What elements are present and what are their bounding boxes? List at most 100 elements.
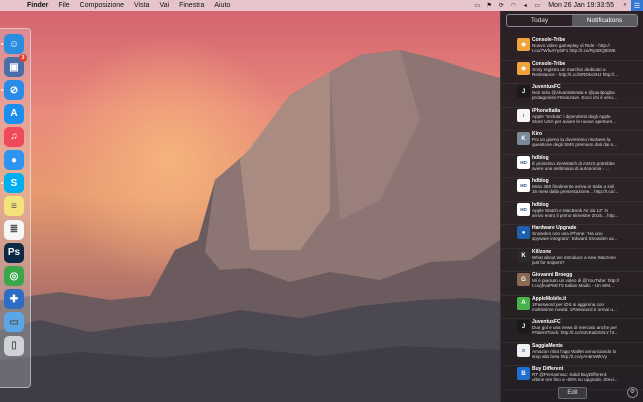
menu-bar: Finder File Composizione Vista Vai Fines… bbox=[0, 0, 643, 11]
notification-line: spyware integrato': Edward Snowden av... bbox=[532, 236, 618, 242]
dock-badge: 3 bbox=[19, 54, 27, 63]
notification-item[interactable]: A AppleMobile.it 1Password per iOS si aggi… bbox=[501, 296, 643, 319]
battery-icon[interactable]: ▭ bbox=[531, 0, 543, 11]
notification-item[interactable]: ◆ Console-Tribe Sony registra un marchio d… bbox=[501, 61, 643, 84]
notification-line: t.co/7Wfu4Yy6iF1 http://t.co/Ry6DQ5tW6 bbox=[532, 48, 616, 54]
dock-safari-icon[interactable]: ⊘ bbox=[4, 80, 24, 101]
notification-center-panel: Today Notifications ◆ Console-Tribe Nuovo … bbox=[500, 11, 643, 402]
notification-body: Sony registra un marchio dedicato a Resis… bbox=[532, 67, 636, 78]
notification-line: #TalentTrack: http://t.co/S3cKaDSSLY ht.… bbox=[532, 330, 618, 336]
hdblog-icon: HD bbox=[517, 179, 530, 192]
dock-folder-icon[interactable]: ▭ bbox=[4, 312, 24, 333]
notification-body: Apple Watch e MacBook Air da 12" in arriv… bbox=[532, 208, 636, 219]
hdblog-icon: HD bbox=[517, 202, 530, 216]
notification-body: Snowden non usa iPhone: 'Ha uno spyware i… bbox=[532, 231, 636, 242]
notification-list: ◆ Console-Tribe Nuovo video gameplay di Ri… bbox=[501, 37, 643, 390]
dock: ☺ ▣ 3 ⊘ A ♫ ● S ≡ ≣ Ps ◎ ✚ ▭ ▯ bbox=[0, 28, 31, 388]
console-tribe-icon: ◆ bbox=[517, 61, 530, 75]
dock-textedit-icon[interactable]: ≣ bbox=[4, 219, 24, 240]
notification-center-tabs: Today Notifications bbox=[506, 14, 638, 27]
dock-finder-icon[interactable]: ☺ bbox=[4, 34, 24, 54]
notification-line: protagonisti #InsieJuve. Ecco chi è veru… bbox=[532, 95, 617, 101]
tab-notifications[interactable]: Notifications bbox=[572, 15, 637, 26]
running-indicator bbox=[1, 89, 3, 92]
dock-messages-icon[interactable]: ● bbox=[4, 150, 24, 170]
juventus-icon: J bbox=[517, 85, 530, 98]
notification-item[interactable]: HD hdblog È prossimo ZenWatch di ASUS potr… bbox=[501, 155, 643, 178]
notification-body: RT @Persasmac: Saldi BuyDifferent: ultime… bbox=[532, 372, 636, 383]
notification-item[interactable]: G Giovanni Broegg Mi è piaciuto un video d… bbox=[501, 272, 643, 296]
console-tribe-icon: ◆ bbox=[517, 38, 530, 51]
hdblog-icon: HD bbox=[517, 155, 530, 169]
notification-item[interactable]: HD hdblog Moto 360 finalmente arriva in It… bbox=[501, 178, 643, 202]
dock-trash-icon[interactable]: ▯ bbox=[4, 335, 24, 356]
juventus-icon: J bbox=[517, 320, 530, 333]
notification-item[interactable]: ● Hardware Upgrade Snowden non usa iPhone:… bbox=[501, 225, 643, 249]
buy-different-icon: B bbox=[517, 367, 530, 380]
notification-body: Non solo @AlvaroMorata e @paulpogba prota… bbox=[532, 90, 636, 101]
notification-item[interactable]: HD hdblog Apple Watch e MacBook Air da 12"… bbox=[501, 202, 643, 225]
menu-vista[interactable]: Vista bbox=[129, 0, 154, 11]
notification-line: 15 mesi dalla presentazione... http://t.… bbox=[532, 189, 619, 195]
saggiamente-icon: S bbox=[517, 343, 530, 357]
dock-xcode-icon[interactable]: ✚ bbox=[4, 289, 24, 310]
notification-body: Mi è piaciuto un video di @YouTube: http… bbox=[532, 278, 636, 289]
kiro-icon: K bbox=[517, 132, 530, 145]
search-icon[interactable]: ⌕ bbox=[619, 0, 631, 11]
hardware-upgrade-icon: ● bbox=[517, 226, 530, 239]
menu-finestra[interactable]: Finestra bbox=[174, 0, 209, 11]
notification-line: just for snipers? bbox=[532, 259, 565, 265]
dock-skype-icon[interactable]: S bbox=[4, 173, 24, 194]
applemobile-icon: A bbox=[517, 296, 530, 310]
flag-icon[interactable]: ⚑ bbox=[483, 0, 495, 11]
notification-body: Amazon ritira l'app Wallet annunciando l… bbox=[532, 349, 636, 360]
notification-body: Poi un giorno la dovremmo risolvere la qu… bbox=[532, 137, 636, 148]
tab-today[interactable]: Today bbox=[507, 15, 572, 26]
notification-item[interactable]: i iPhoneItalia Apple "recluta" i dipendent… bbox=[501, 108, 643, 131]
volume-icon[interactable]: ◂ bbox=[519, 0, 531, 11]
menubar-clock[interactable]: Mon 26 Jan 19:33:55 bbox=[543, 2, 619, 9]
giovanni-broegg-icon: G bbox=[517, 273, 530, 286]
notification-line: Store USA per aviare le nuove aperture..… bbox=[532, 118, 617, 124]
iphoneitalia-icon: i bbox=[517, 108, 530, 122]
notification-center-icon[interactable]: ☰ bbox=[631, 0, 643, 11]
notification-item[interactable]: S SaggiaMente Amazon ritira l'app Wallet a… bbox=[501, 343, 643, 366]
notification-item[interactable]: J JuventusFC Due gol e una news di mercato… bbox=[501, 319, 643, 343]
notification-line: avere una settimana di autonomia - ... bbox=[532, 165, 610, 171]
notification-item[interactable]: J JuventusFC Non solo @AlvaroMorata e @pau… bbox=[501, 84, 643, 108]
notification-body: Moto 360 finalmente arriva in Italia a s… bbox=[532, 184, 636, 195]
dock-preview-icon[interactable]: ▣ 3 bbox=[4, 54, 27, 78]
display-icon[interactable]: ▭ bbox=[471, 0, 483, 11]
notification-body: È prossimo ZenWatch di ASUS potrebbe aver… bbox=[532, 161, 636, 172]
dock-photoshop-icon[interactable]: Ps bbox=[4, 242, 24, 263]
gear-icon[interactable]: ⚙ bbox=[627, 387, 638, 398]
dock-app-store-icon[interactable]: A bbox=[4, 103, 24, 124]
dock-notes-icon[interactable]: ≡ bbox=[4, 196, 24, 217]
sync-icon[interactable]: ⟳ bbox=[495, 0, 507, 11]
notification-line: stop alla beta http://t.co/yAn6mWkVy bbox=[532, 353, 607, 359]
wifi-icon[interactable]: ◠ bbox=[507, 0, 519, 11]
notification-body: Due gol e una news di mercato anche per #… bbox=[532, 325, 636, 336]
notification-line: arrivo entro il primo trimestre 2015... … bbox=[532, 212, 619, 218]
menu-vai[interactable]: Vai bbox=[154, 0, 174, 11]
notification-body: Nuovo video gameplay di Ride - http://t.… bbox=[532, 43, 636, 54]
notification-line: t.co/jhvaPMcT5 Italian Madic - Un SIM... bbox=[532, 283, 614, 289]
dock-itunes-icon[interactable]: ♫ bbox=[4, 126, 24, 147]
notification-item[interactable]: ◆ Console-Tribe Nuovo video gameplay di Ri… bbox=[501, 37, 643, 61]
menu-file[interactable]: File bbox=[53, 0, 74, 11]
notification-body: 1Password per iOS si aggiorna con moltiss… bbox=[532, 302, 636, 313]
running-indicator bbox=[1, 43, 3, 45]
notification-line: moltissime novità: 1Password è ormai u..… bbox=[532, 306, 617, 312]
notification-item[interactable]: K Kiro Poi un giorno la dovremmo risolvere… bbox=[501, 131, 643, 155]
menu-composizione[interactable]: Composizione bbox=[75, 0, 129, 11]
dock-utility-icon[interactable]: ◎ bbox=[4, 266, 24, 286]
running-indicator bbox=[1, 182, 3, 185]
notification-item[interactable]: B Buy Different RT @Persasmac: Saldi BuyDi… bbox=[501, 366, 643, 390]
notification-line: ultime ore fino a -60% su upgrade, iDevi… bbox=[532, 377, 618, 383]
menu-aiuto[interactable]: Aiuto bbox=[209, 0, 235, 11]
menu-finder[interactable]: Finder bbox=[22, 0, 53, 11]
notification-item[interactable]: K Killzone What about we introduce a new W… bbox=[501, 249, 643, 272]
edit-button[interactable]: Edit bbox=[558, 387, 587, 399]
killzone-icon: K bbox=[517, 249, 530, 263]
notification-line: questione degli SMS premium dati dai s..… bbox=[532, 142, 617, 148]
